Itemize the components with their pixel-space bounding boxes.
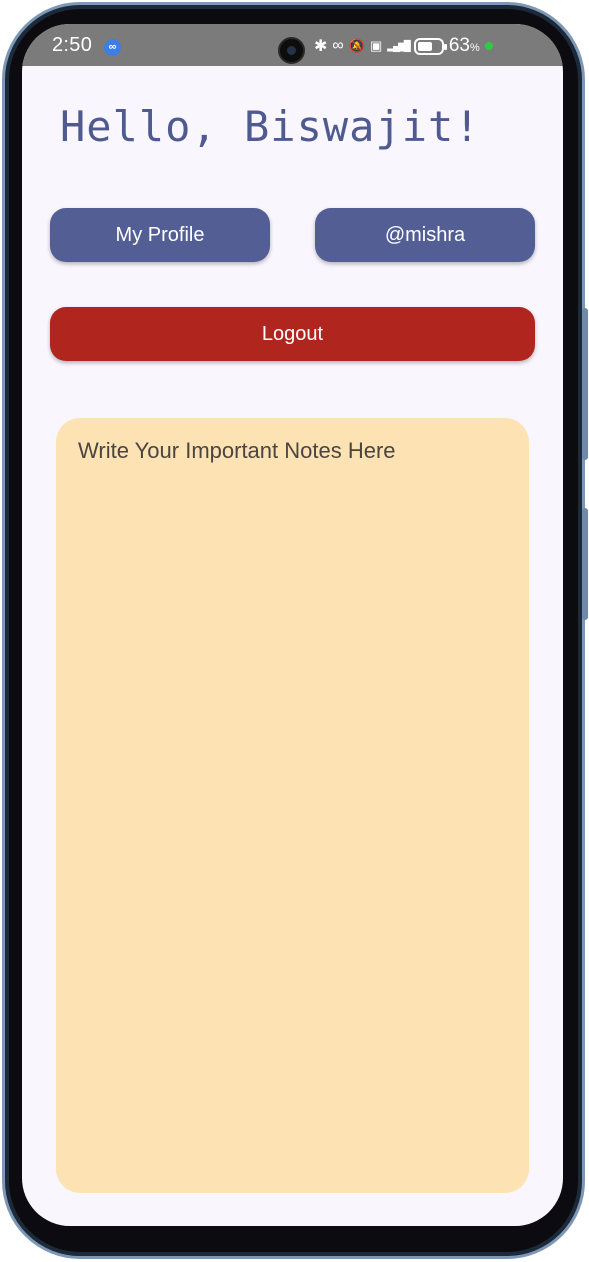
my-profile-button[interactable]: My Profile bbox=[50, 208, 270, 262]
privacy-indicator-icon bbox=[484, 42, 493, 50]
app-screen: 2:50 ∞ ✱ ∞ 🔕 ▣ ▂▄▆█ 63% Hello, Biswajit!… bbox=[22, 24, 563, 1226]
signal-5g-icon: ▂▄▆█ bbox=[387, 40, 411, 52]
status-bar: 2:50 ∞ ✱ ∞ 🔕 ▣ ▂▄▆█ 63% bbox=[22, 24, 563, 66]
link-icon: ∞ bbox=[332, 37, 344, 54]
battery-icon bbox=[413, 37, 447, 55]
username-button[interactable]: @mishra bbox=[315, 208, 535, 262]
power-button bbox=[582, 508, 588, 620]
status-icons: ✱ ∞ 🔕 ▣ ▂▄▆█ 63% bbox=[314, 34, 493, 58]
logout-button[interactable]: Logout bbox=[50, 307, 535, 361]
volume-button bbox=[582, 308, 588, 460]
battery-fill bbox=[417, 41, 432, 51]
greeting-title: Hello, Biswajit! bbox=[60, 102, 481, 151]
battery-percent: 63% bbox=[448, 35, 480, 56]
link-badge-icon: ∞ bbox=[104, 39, 121, 56]
front-camera bbox=[278, 37, 305, 64]
logout-label: Logout bbox=[261, 322, 324, 345]
bell-off-icon: 🔕 bbox=[348, 38, 365, 53]
status-time: 2:50 bbox=[52, 34, 93, 56]
notes-textarea[interactable] bbox=[56, 418, 529, 1193]
bluetooth-icon: ✱ bbox=[314, 38, 328, 55]
username-label: @mishra bbox=[384, 223, 466, 246]
volte-icon: ▣ bbox=[370, 38, 383, 53]
my-profile-label: My Profile bbox=[115, 223, 205, 246]
